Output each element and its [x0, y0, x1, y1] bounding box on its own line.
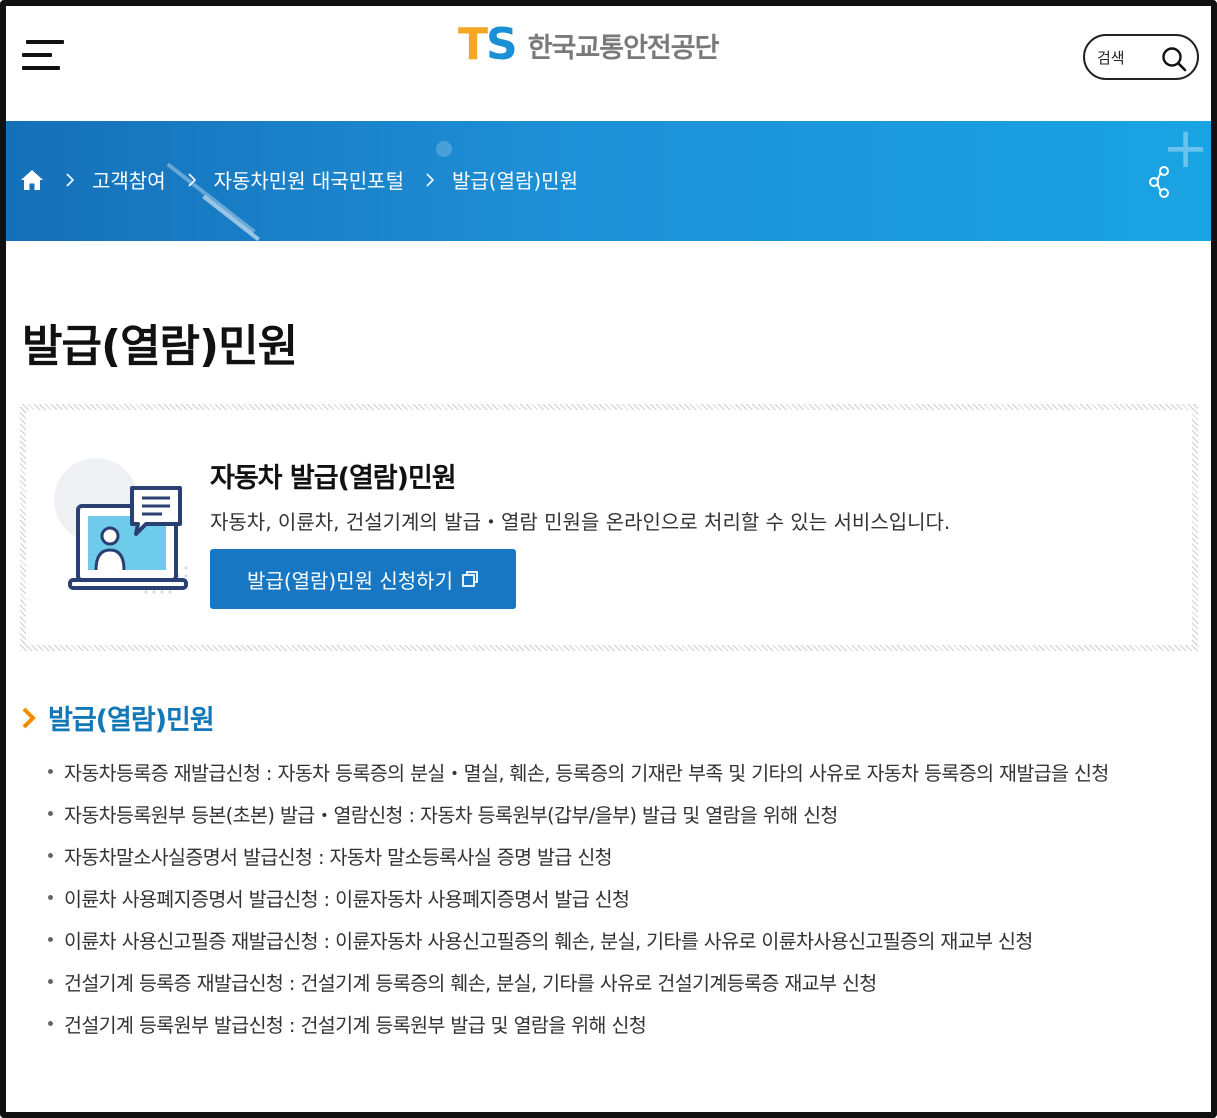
- chevron-right-icon: [66, 172, 74, 187]
- bullet-icon: [48, 810, 53, 816]
- share-icon[interactable]: [1147, 165, 1173, 199]
- list-item: 자동차등록증 재발급신청 : 자동차 등록증의 분실・멸실, 훼손, 등록증의 …: [48, 750, 1109, 792]
- online-consultation-icon: [54, 458, 188, 594]
- logo-org-name: 한국교통안전공단: [527, 32, 720, 64]
- bullet-icon: [48, 978, 53, 984]
- search-label: 검색: [1097, 48, 1125, 67]
- home-icon[interactable]: [20, 169, 44, 191]
- service-list: 자동차등록증 재발급신청 : 자동차 등록증의 분실・멸실, 훼손, 등록증의 …: [48, 750, 1109, 1044]
- page-frame: TS 한국교통안전공단 검색 + 고객참여 자동차민원 대국민포털 발급(열람)…: [0, 0, 1217, 1118]
- bullet-icon: [48, 768, 53, 774]
- list-item: 자동차말소사실증명서 발급신청 : 자동차 말소등록사실 증명 발급 신청: [48, 834, 1109, 876]
- service-card: 자동차 발급(열람)민원 자동차, 이륜차, 건설기계의 발급・열람 민원을 온…: [20, 404, 1198, 651]
- list-item: 이륜차 사용신고필증 재발급신청 : 이륜자동차 사용신고필증의 훼손, 분실,…: [48, 918, 1109, 960]
- banner-decoration: [436, 141, 452, 157]
- list-item: 건설기계 등록원부 발급신청 : 건설기계 등록원부 발급 및 열람을 위해 신…: [48, 1002, 1109, 1044]
- search-icon: [1162, 47, 1187, 72]
- chevron-right-icon: [22, 707, 36, 728]
- breadcrumb: 고객참여 자동차민원 대국민포털 발급(열람)민원: [20, 165, 578, 194]
- location-banner: + 고객참여 자동차민원 대국민포털 발급(열람)민원: [6, 121, 1211, 241]
- apply-button-label: 발급(열람)민원 신청하기: [247, 568, 453, 593]
- list-item: 자동차등록원부 등본(초본) 발급・열람신청 : 자동차 등록원부(갑부/을부)…: [48, 792, 1109, 834]
- hamburger-menu-icon[interactable]: [18, 38, 64, 74]
- search-button[interactable]: 검색: [1083, 34, 1199, 80]
- bullet-icon: [48, 1020, 53, 1026]
- apply-issuance-button[interactable]: 발급(열람)민원 신청하기: [210, 549, 516, 609]
- breadcrumb-item-current[interactable]: 발급(열람)민원: [452, 165, 578, 194]
- service-description: 자동차, 이륜차, 건설기계의 발급・열람 민원을 온라인으로 처리할 수 있는…: [210, 510, 951, 534]
- list-item: 건설기계 등록증 재발급신청 : 건설기계 등록증의 훼손, 분실, 기타를 사…: [48, 960, 1109, 1002]
- ts-logo-mark: TS: [458, 19, 518, 70]
- page-title: 발급(열람)민원: [22, 321, 298, 372]
- list-item: 이륜차 사용폐지증명서 발급신청 : 이륜자동차 사용폐지증명서 발급 신청: [48, 876, 1109, 918]
- chevron-right-icon: [188, 172, 196, 187]
- bullet-icon: [48, 936, 53, 942]
- section-heading: 발급(열람)민원: [22, 698, 215, 737]
- banner-decoration: [202, 194, 260, 241]
- site-header: TS 한국교통안전공단 검색: [6, 6, 1211, 121]
- bullet-icon: [48, 852, 53, 858]
- breadcrumb-item-customer[interactable]: 고객참여: [92, 165, 166, 194]
- bullet-icon: [48, 894, 53, 900]
- chevron-right-icon: [426, 172, 434, 187]
- service-title: 자동차 발급(열람)민원: [210, 463, 457, 494]
- section-title: 발급(열람)민원: [48, 705, 215, 736]
- new-window-icon: [462, 571, 478, 587]
- breadcrumb-item-portal[interactable]: 자동차민원 대국민포털: [214, 165, 404, 194]
- site-logo[interactable]: TS 한국교통안전공단: [458, 19, 720, 70]
